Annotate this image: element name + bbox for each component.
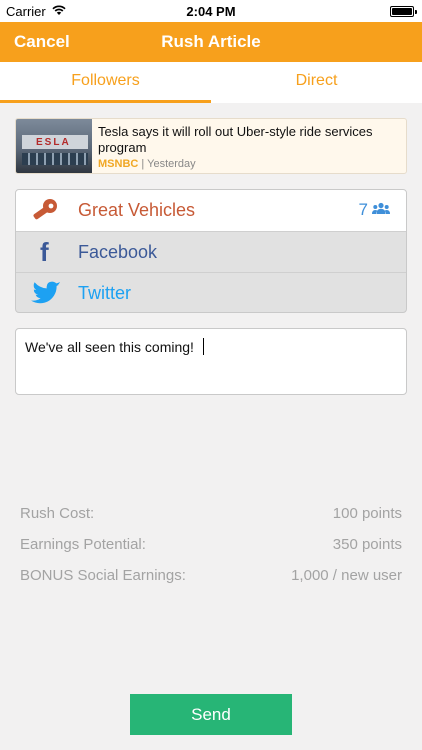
stat-value: 100 points [332, 505, 402, 522]
cancel-button[interactable]: Cancel [14, 32, 70, 52]
battery-icon [390, 6, 417, 17]
battery-fill [392, 8, 412, 15]
article-source: MSNBC [98, 158, 139, 170]
target-facebook[interactable]: f Facebook [16, 231, 406, 272]
earnings-summary: Rush Cost: 100 points Earnings Potential… [20, 505, 402, 598]
comment-field[interactable] [15, 328, 407, 395]
stat-value: 350 points [332, 536, 402, 553]
article-date: Yesterday [147, 158, 196, 170]
thumbnail-sign: ESLA [22, 135, 88, 149]
target-great-vehicles[interactable]: Great Vehicles 7 [16, 190, 406, 231]
twitter-icon [31, 281, 61, 304]
member-count-value: 7 [358, 200, 368, 219]
article-meta: MSNBC | Yesterday [98, 158, 196, 170]
target-twitter[interactable]: Twitter [16, 272, 406, 312]
send-button[interactable]: Send [130, 694, 292, 735]
nav-bar: Cancel Rush Article [0, 22, 422, 62]
tab-direct[interactable]: Direct [211, 62, 422, 103]
thumbnail-windows [22, 153, 88, 165]
tab-bar: Followers Direct [0, 62, 422, 103]
stat-row-earnings-potential: Earnings Potential: 350 points [20, 536, 402, 567]
article-card[interactable]: ESLA Tesla says it will roll out Uber-st… [15, 118, 407, 174]
target-label: Great Vehicles [78, 200, 196, 220]
stat-row-rush-cost: Rush Cost: 100 points [20, 505, 402, 536]
stat-label: Earnings Potential: [20, 536, 146, 553]
article-thumbnail: ESLA [16, 119, 92, 173]
people-icon [372, 202, 390, 214]
meta-separator: | [138, 158, 148, 170]
status-bar: Carrier 2:04 PM [0, 0, 422, 22]
stat-value: 1,000 / new user [291, 567, 402, 584]
stat-row-bonus-social: BONUS Social Earnings: 1,000 / new user [20, 567, 402, 598]
stat-label: Rush Cost: [20, 505, 95, 522]
thumbnail-sign-text: ESLA [36, 137, 71, 148]
stat-label: BONUS Social Earnings: [20, 567, 186, 584]
member-count: 7 [359, 200, 390, 220]
share-target-list: Great Vehicles 7 f Facebook Twitter [15, 189, 407, 313]
status-time: 2:04 PM [186, 4, 236, 19]
facebook-icon: f [40, 237, 49, 267]
tab-followers[interactable]: Followers [0, 62, 211, 103]
car-part-icon [33, 199, 57, 220]
text-cursor [203, 338, 204, 355]
article-headline: Tesla says it will roll out Uber-style r… [98, 124, 373, 155]
target-label: Facebook [78, 242, 158, 262]
target-label: Twitter [78, 283, 132, 303]
